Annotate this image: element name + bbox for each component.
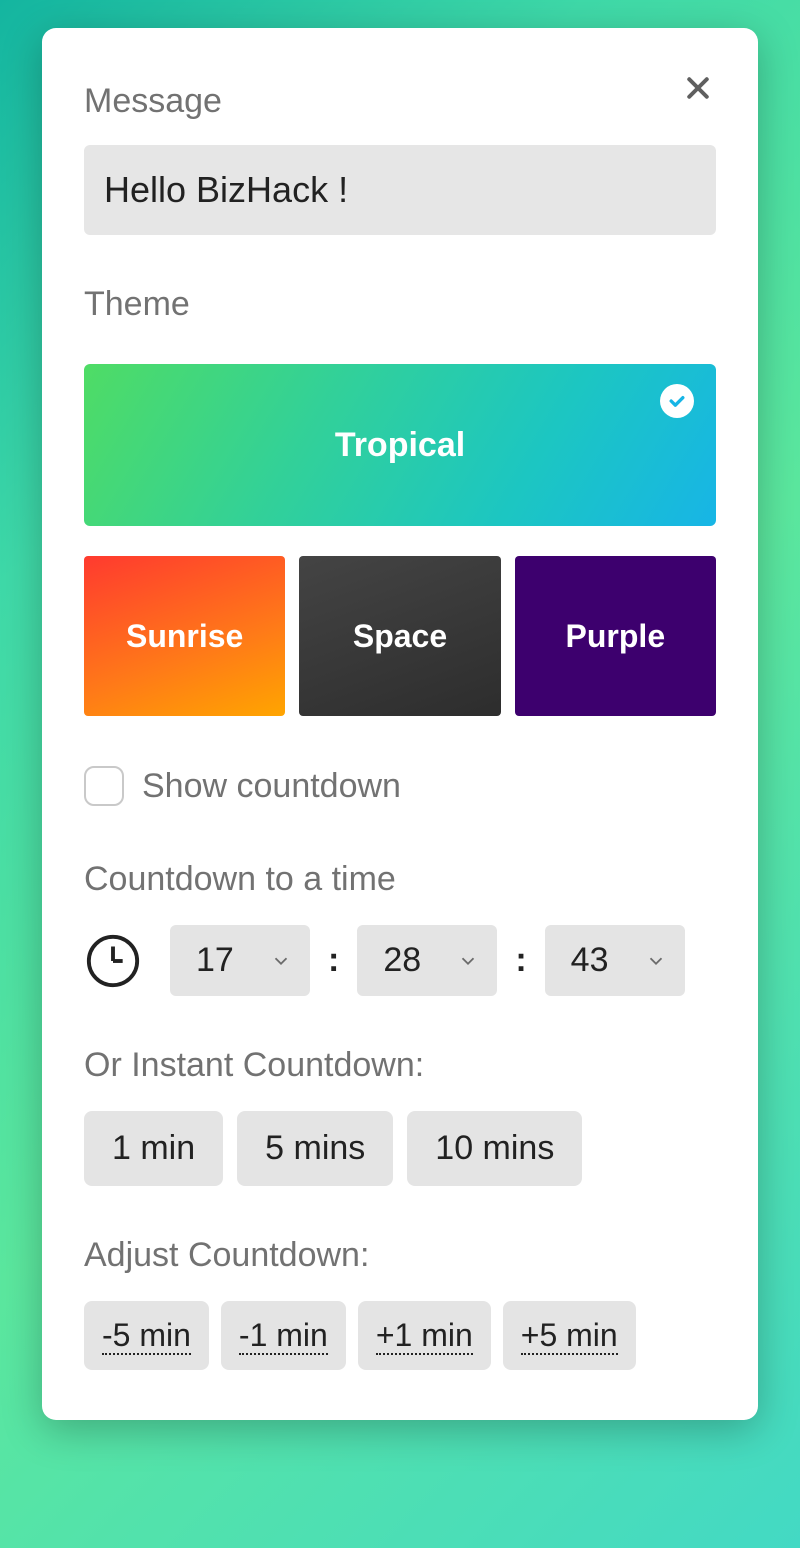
hour-value: 17 [196, 941, 234, 980]
hour-select[interactable]: 17 [170, 925, 310, 996]
message-input[interactable] [84, 145, 716, 235]
time-colon: : [515, 941, 526, 980]
instant-5mins-button[interactable]: 5 mins [237, 1111, 393, 1186]
theme-label: Theme [84, 285, 716, 324]
show-countdown-checkbox[interactable] [84, 766, 124, 806]
instant-label: Or Instant Countdown: [84, 1046, 716, 1085]
chevron-down-icon [270, 950, 292, 972]
time-colon: : [328, 941, 339, 980]
chevron-down-icon [645, 950, 667, 972]
show-countdown-row: Show countdown [84, 766, 716, 806]
instant-row: 1 min 5 mins 10 mins [84, 1111, 716, 1186]
adjust-minus-5-button[interactable]: -5 min [84, 1301, 209, 1370]
adjust-minus-1-button[interactable]: -1 min [221, 1301, 346, 1370]
theme-option-purple[interactable]: Purple [515, 556, 716, 716]
theme-selected-label: Tropical [335, 426, 465, 465]
clock-icon [84, 932, 142, 990]
theme-option-sunrise[interactable]: Sunrise [84, 556, 285, 716]
second-select[interactable]: 43 [545, 925, 685, 996]
message-label: Message [84, 82, 716, 121]
instant-1min-button[interactable]: 1 min [84, 1111, 223, 1186]
theme-options-row: Sunrise Space Purple [84, 556, 716, 716]
show-countdown-label: Show countdown [142, 767, 401, 806]
adjust-plus-5-button[interactable]: +5 min [503, 1301, 636, 1370]
settings-card: Message Theme Tropical Sunrise Space Pur… [42, 28, 758, 1420]
theme-option-label: Purple [566, 618, 666, 655]
theme-option-space[interactable]: Space [299, 556, 500, 716]
theme-option-label: Space [353, 618, 447, 655]
close-button[interactable] [680, 70, 716, 106]
time-row: 17 : 28 : 43 [84, 925, 716, 996]
minute-select[interactable]: 28 [357, 925, 497, 996]
theme-option-label: Sunrise [126, 618, 243, 655]
adjust-plus-1-button[interactable]: +1 min [358, 1301, 491, 1370]
second-value: 43 [571, 941, 609, 980]
check-icon [667, 391, 687, 411]
adjust-row: -5 min -1 min +1 min +5 min [84, 1301, 716, 1370]
instant-10mins-button[interactable]: 10 mins [407, 1111, 582, 1186]
countdown-to-label: Countdown to a time [84, 860, 716, 899]
adjust-label: Adjust Countdown: [84, 1236, 716, 1275]
close-icon [683, 73, 713, 103]
selected-check-badge [660, 384, 694, 418]
chevron-down-icon [457, 950, 479, 972]
minute-value: 28 [383, 941, 421, 980]
theme-option-tropical[interactable]: Tropical [84, 364, 716, 526]
